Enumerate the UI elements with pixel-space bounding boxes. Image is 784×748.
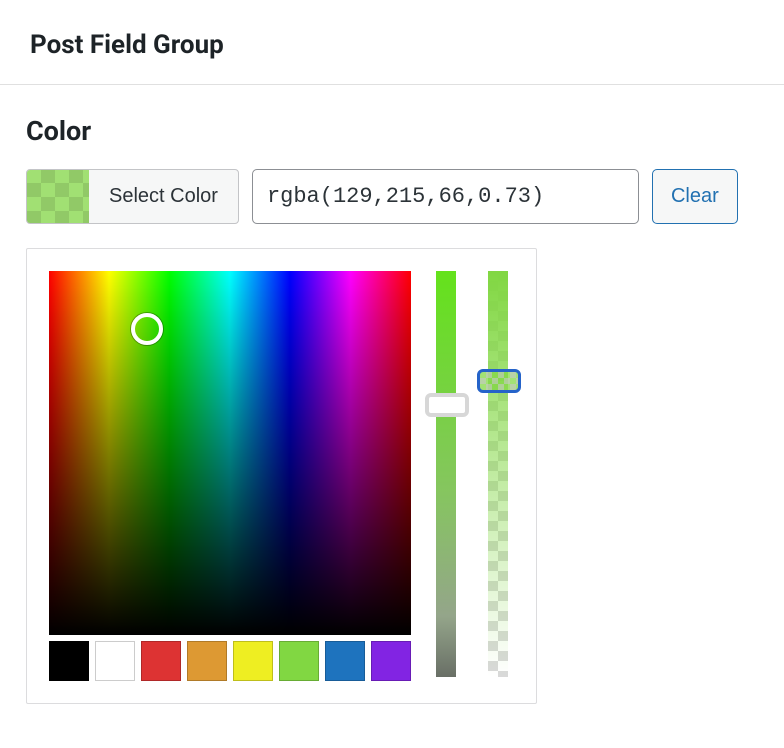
header: Post Field Group	[0, 0, 784, 85]
saturation-field[interactable]	[49, 271, 411, 635]
alpha-slider[interactable]	[481, 271, 515, 677]
hue-slider[interactable]	[429, 271, 463, 677]
palette-swatch[interactable]	[49, 641, 89, 681]
picker-left-col	[49, 271, 411, 681]
alpha-handle[interactable]	[477, 369, 521, 393]
palette-swatch[interactable]	[233, 641, 273, 681]
swatch-preview-icon	[27, 169, 89, 224]
field-label: Color	[26, 115, 754, 147]
palette-swatch[interactable]	[279, 641, 319, 681]
palette-swatch[interactable]	[141, 641, 181, 681]
alpha-track	[488, 271, 508, 677]
content: Color Select Color Clear	[0, 85, 784, 734]
palette-swatch[interactable]	[95, 641, 135, 681]
color-picker-panel	[26, 248, 537, 704]
hue-handle[interactable]	[425, 393, 469, 417]
color-value-input[interactable]	[252, 169, 639, 224]
page-title: Post Field Group	[30, 30, 754, 60]
palette-row	[49, 641, 411, 681]
select-color-button[interactable]: Select Color	[26, 169, 239, 224]
palette-swatch[interactable]	[371, 641, 411, 681]
color-controls-row: Select Color Clear	[26, 169, 754, 224]
palette-swatch[interactable]	[325, 641, 365, 681]
select-color-label: Select Color	[89, 185, 238, 208]
saturation-cursor-icon	[131, 313, 163, 345]
hue-track	[436, 271, 456, 677]
palette-swatch[interactable]	[187, 641, 227, 681]
clear-button[interactable]: Clear	[652, 169, 738, 224]
